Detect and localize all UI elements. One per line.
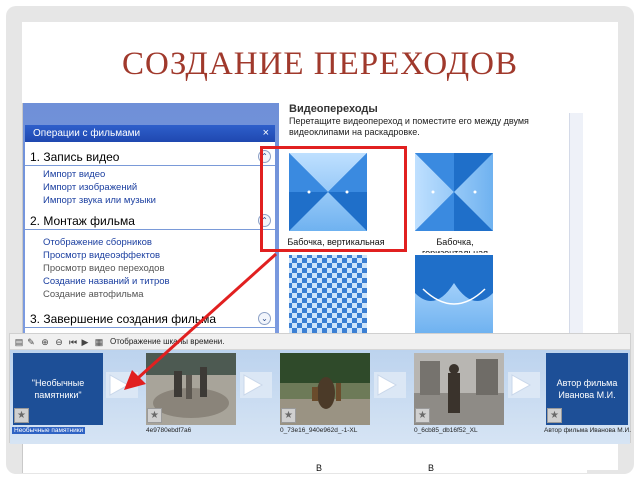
selection-highlight [260,146,407,252]
task-link-automovie[interactable]: Создание автофильма [25,288,275,301]
task-link-make-titles[interactable]: Создание названий и титров [25,275,275,288]
transition-slot-icon[interactable] [240,372,272,398]
close-icon[interactable]: × [263,125,269,142]
task-link-import-video[interactable]: Импорт видео [25,168,275,181]
task-link-import-audio[interactable]: Импорт звука или музыки [25,194,275,207]
storyboard: ▤ ✎ ⊕ ⊖ ⏮ ▶ ▦ Отображение шкалы времени.… [9,333,632,444]
transition-label-partial: В [427,463,434,473]
transition-curve[interactable] [413,253,495,335]
transition-checkerboard[interactable] [287,253,369,335]
transition-slot-icon[interactable] [508,372,540,398]
section-title-text: 3. Завершение создания фильма [30,312,216,326]
section-title[interactable]: 3. Завершение создания фильма ⌄ [25,310,275,328]
storyboard-toolbar: ▤ ✎ ⊕ ⊖ ⏮ ▶ ▦ Отображение шкалы времени. [10,334,630,350]
storyboard-track: "Необычные памятники" ★ Необычные памятн… [10,350,632,444]
storyboard-icon[interactable]: ▤ [14,337,24,347]
clip-name: 0_6cb85_db16f52_XL [414,427,478,434]
transitions-title: Видеопереходы [289,103,378,115]
star-icon[interactable]: ★ [547,408,562,423]
clip-name: Необычные памятники [12,427,86,434]
section-title[interactable]: 1. Запись видео ⌃ [25,148,275,166]
show-timeline-label[interactable]: Отображение шкалы времени. [110,334,224,350]
task-link-import-images[interactable]: Импорт изображений [25,181,275,194]
task-link-view-effects[interactable]: Просмотр видеоэффектов [25,249,275,262]
section-finish-movie: 3. Завершение создания фильма ⌄ [25,310,275,328]
star-icon[interactable]: ★ [147,408,162,423]
clip-name: 0_73e16_940e962d_-1-XL [280,427,358,434]
clip-name: Автор фильма Иванова М.И. [544,427,632,434]
task-pane-header: Операции с фильмами × [25,125,275,142]
task-pane-title: Операции с фильмами [33,128,141,139]
vertical-scrollbar[interactable] [569,113,583,335]
play-icon[interactable]: ▶ [80,337,90,347]
clip-title-text: "Необычные памятники" [31,378,85,400]
clip-name: 4e9780ebdf7a6 [146,427,192,434]
butterfly-horizontal-icon [415,153,493,231]
star-icon[interactable]: ★ [415,408,430,423]
star-icon[interactable]: ★ [281,408,296,423]
section-edit-movie: 2. Монтаж фильма ⌃ Отображение сборников… [25,212,275,301]
rewind-icon[interactable]: ⏮ [68,337,78,347]
section-title[interactable]: 2. Монтаж фильма ⌃ [25,212,275,230]
transition-label-partial: В [315,463,322,473]
section-capture-video: 1. Запись видео ⌃ Импорт видео Импорт из… [25,148,275,207]
task-link-view-transitions[interactable]: Просмотр видео переходов [25,262,275,275]
timeline-icon[interactable]: ▦ [94,337,104,347]
section-title-text: 2. Монтаж фильма [30,214,135,228]
expand-icon[interactable]: ⌄ [258,312,271,325]
zoom-out-icon[interactable]: ⊖ [54,337,64,347]
task-pane-body: 1. Запись видео ⌃ Импорт видео Импорт из… [25,142,275,333]
transitions-description: Перетащите видеопереход и поместите его … [289,116,529,137]
task-pane: Операции с фильмами × 1. Запись видео ⌃ … [23,103,279,333]
slide-title: СОЗДАНИЕ ПЕРЕХОДОВ [122,46,518,82]
section-title-text: 1. Запись видео [30,150,120,164]
pen-icon[interactable]: ✎ [26,337,36,347]
clip-title-text: Автор фильма Иванова М.И. [556,378,618,400]
task-link-show-collections[interactable]: Отображение сборников [25,236,275,249]
curve-transition-icon [415,255,493,333]
star-icon[interactable]: ★ [14,408,29,423]
checkerboard-icon [289,255,367,333]
transition-butterfly-horizontal[interactable] [413,151,495,233]
zoom-in-icon[interactable]: ⊕ [40,337,50,347]
transition-slot-icon[interactable] [106,372,138,398]
transition-slot-icon[interactable] [374,372,406,398]
